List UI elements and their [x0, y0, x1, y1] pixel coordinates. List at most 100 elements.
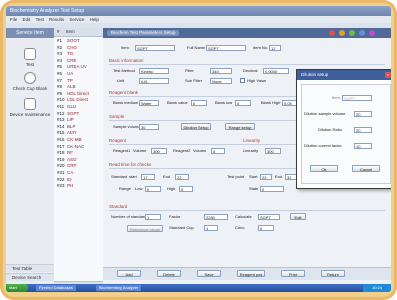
- number-of-standard-select[interactable]: 1: [145, 214, 161, 220]
- dialog-body: Item SGPT Dilution sample volume 20 Dilu…: [301, 84, 391, 184]
- item-no-field[interactable]: 12: [269, 45, 281, 51]
- list-item-number: #3: [57, 51, 63, 57]
- list-item-name: ID: [67, 176, 72, 182]
- list-item[interactable]: #16 CK-MB: [54, 137, 103, 143]
- range-high-field[interactable]: 0: [179, 186, 193, 192]
- list-item[interactable]: #20 CRP: [54, 163, 103, 169]
- blank-medium-select[interactable]: Water: [139, 100, 159, 106]
- dilution-correct-factor-field[interactable]: 10: [354, 143, 372, 149]
- add-button[interactable]: Add: [117, 270, 141, 277]
- reagent1-volume-field[interactable]: 300: [151, 148, 167, 154]
- state-field[interactable]: 0: [260, 186, 284, 192]
- menu-test[interactable]: Test: [36, 17, 44, 22]
- item-no-label: Item No.: [253, 45, 269, 50]
- list-item[interactable]: #22 ID: [54, 177, 103, 183]
- blank-value-field[interactable]: 0: [191, 100, 207, 106]
- wrench-icon: [24, 98, 36, 110]
- unit-select[interactable]: IU/L: [139, 78, 169, 84]
- standard-start-field[interactable]: 17: [141, 174, 155, 180]
- sample-volume-field[interactable]: 30: [139, 124, 159, 130]
- list-item-name: ASO: [67, 156, 77, 162]
- edit-button[interactable]: Edit: [290, 213, 306, 220]
- sub-filter-select[interactable]: None: [210, 78, 232, 84]
- menu-file[interactable]: File: [10, 17, 17, 22]
- conc-field[interactable]: 0: [258, 225, 274, 231]
- list-item[interactable]: #4 CRE: [54, 58, 103, 64]
- item-field[interactable]: SGPT: [135, 45, 175, 51]
- calculate-field[interactable]: SGPT: [258, 214, 280, 220]
- list-item[interactable]: #17 CK-NAC: [54, 144, 103, 150]
- dilution-sample-volume-field[interactable]: 20: [354, 111, 372, 117]
- list-item[interactable]: #5 UREA UV: [54, 64, 103, 70]
- menu-service[interactable]: Service: [69, 17, 84, 22]
- list-item[interactable]: #11 GLU: [54, 104, 103, 110]
- end-label: End: [163, 174, 171, 179]
- delete-button[interactable]: Delete: [157, 270, 181, 277]
- standard-end-field[interactable]: 22: [175, 174, 189, 180]
- section-reagent: Reagent: [109, 138, 127, 143]
- list-item-number: #22: [57, 176, 65, 182]
- list-item[interactable]: #8 ALB: [54, 84, 103, 90]
- nav-device-search[interactable]: Device Search: [6, 273, 54, 281]
- dialog-item-label: Item: [332, 95, 340, 100]
- filter-select[interactable]: 340: [210, 68, 232, 74]
- reagent2-volume-field[interactable]: 0: [211, 148, 225, 154]
- main-toolbar: Biochem Test Parameters Setup: [103, 28, 391, 38]
- dilution-setup-button[interactable]: Dilution Setup: [181, 123, 211, 130]
- list-item[interactable]: #1 SGOT: [54, 38, 103, 44]
- list-item-name: PH: [67, 183, 74, 189]
- list-item[interactable]: #23 PH: [54, 183, 103, 189]
- range-setup-button[interactable]: Range setup: [225, 123, 255, 130]
- standard-cup-field[interactable]: 1: [204, 225, 218, 231]
- save-button[interactable]: Save: [197, 270, 221, 277]
- task-firebird[interactable]: Firebird Databases: [36, 285, 76, 291]
- list-item[interactable]: #21 CA: [54, 170, 103, 176]
- list-item[interactable]: #3 TG: [54, 51, 103, 57]
- dilution-ratio-field[interactable]: 20: [354, 127, 372, 133]
- list-item[interactable]: #9 HDL Direct: [54, 91, 103, 97]
- list-item[interactable]: #7 TP: [54, 78, 103, 84]
- range-low-field[interactable]: 0: [145, 186, 161, 192]
- main-tab-title[interactable]: Biochem Test Parameters Setup: [107, 30, 180, 36]
- return-button[interactable]: Return: [321, 270, 345, 277]
- blank-low-field[interactable]: 0: [235, 100, 251, 106]
- start-button[interactable]: start: [6, 284, 28, 292]
- cancel-button[interactable]: Cancel: [352, 165, 380, 172]
- list-item[interactable]: #15 AMY: [54, 130, 103, 136]
- nav-item-test[interactable]: Test: [6, 48, 54, 67]
- list-item[interactable]: #18 RF: [54, 150, 103, 156]
- reagent1-label: Reagent1: [113, 148, 131, 153]
- list-item[interactable]: #13 LIP: [54, 117, 103, 123]
- nav-test-table[interactable]: Test Table: [6, 264, 54, 272]
- decimal-select[interactable]: 0.0000: [263, 68, 289, 74]
- full-name-field[interactable]: SGPT: [206, 45, 246, 51]
- menu-help[interactable]: Help: [90, 17, 99, 22]
- list-item[interactable]: #6 UA: [54, 71, 103, 77]
- nav-item-check-cup-blank[interactable]: Check Cup Blank: [6, 72, 54, 91]
- close-icon[interactable]: ×: [385, 72, 391, 78]
- menu-results[interactable]: Results: [49, 17, 64, 22]
- test-point-start-field[interactable]: 23: [260, 174, 272, 180]
- nav-item-device-maintenance[interactable]: Device maintenance: [6, 98, 54, 117]
- reference-range-button[interactable]: Reference range: [127, 225, 163, 232]
- print-button[interactable]: Print: [281, 270, 305, 277]
- list-item[interactable]: #2 CHO: [54, 45, 103, 51]
- list-item[interactable]: #19 ASO: [54, 157, 103, 163]
- taskbar: start Firebird Databases Biochemistry An…: [6, 284, 391, 292]
- factor-field[interactable]: 2280: [204, 214, 228, 220]
- reagent-pos-button[interactable]: Reagent pos: [237, 270, 265, 277]
- list-item[interactable]: #10 LDL Direct: [54, 97, 103, 103]
- test-method-select[interactable]: Kinetic: [139, 68, 169, 74]
- list-item-name: LIP: [67, 117, 74, 123]
- high-value-checkbox[interactable]: [240, 78, 245, 83]
- linearity-field[interactable]: 300: [265, 148, 281, 154]
- list-item-name: SGPT: [67, 110, 80, 116]
- list-item-number: #23: [57, 183, 65, 189]
- menu-edit[interactable]: Edit: [23, 17, 31, 22]
- ok-button[interactable]: Ok: [310, 165, 338, 172]
- start2-label: Start: [249, 174, 258, 179]
- list-item[interactable]: #14 BLP: [54, 124, 103, 130]
- task-analyzer[interactable]: Biochemistry Analyzer: [96, 285, 142, 291]
- list-item[interactable]: #12 SGPT: [54, 111, 103, 117]
- list-item-number: #20: [57, 163, 65, 169]
